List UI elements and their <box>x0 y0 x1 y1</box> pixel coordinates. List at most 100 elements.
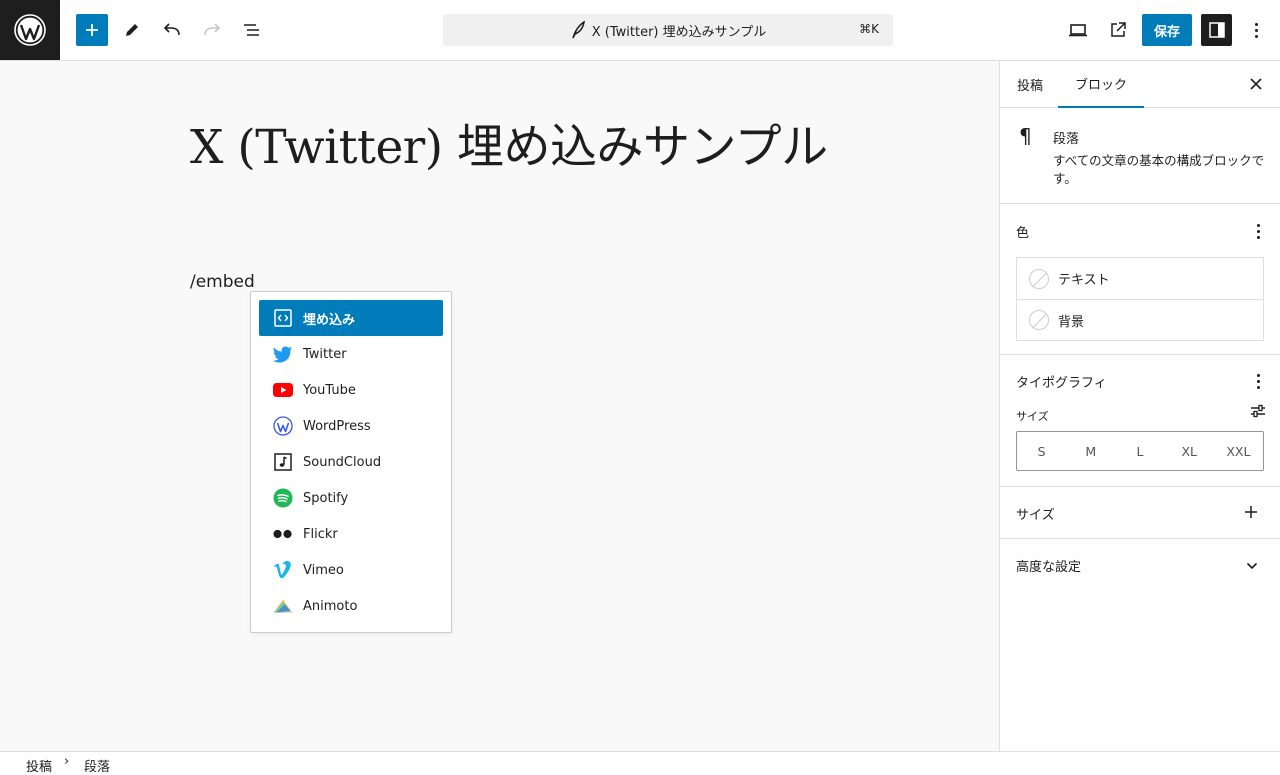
block-description: すべての文章の基本の構成ブロックです。 <box>1053 153 1265 186</box>
desktop-icon <box>1069 24 1087 37</box>
settings-sliders-icon <box>1251 404 1265 418</box>
paragraph-block[interactable]: /embed <box>190 272 255 292</box>
inserter-item-youtube[interactable]: YouTube <box>259 372 443 408</box>
embed-generic-icon <box>273 308 293 328</box>
inserter-item-label: Twitter <box>303 346 347 362</box>
breadcrumb-current[interactable]: 段落 <box>84 756 110 775</box>
undo-button[interactable] <box>156 14 188 46</box>
inserter-item-soundcloud[interactable]: SoundCloud <box>259 444 443 480</box>
preview-button[interactable] <box>1062 14 1094 46</box>
inserter-item-vimeo[interactable]: Vimeo <box>259 552 443 588</box>
inserter-item-twitter[interactable]: Twitter <box>259 336 443 372</box>
keyboard-shortcut: ⌘K <box>859 22 879 36</box>
inserter-item-wordpress[interactable]: WordPress <box>259 408 443 444</box>
font-size-xl[interactable]: XL <box>1165 432 1214 470</box>
sidebar-icon <box>1208 22 1225 38</box>
empty-swatch-icon <box>1029 310 1049 330</box>
dimensions-panel[interactable]: サイズ <box>1000 487 1280 539</box>
color-panel: 色 テキスト 背景 <box>1000 204 1280 355</box>
inserter-item-label: YouTube <box>303 382 356 398</box>
wordpress-icon <box>273 416 293 436</box>
command-palette-bar[interactable]: X (Twitter) 埋め込みサンプル ⌘K <box>443 14 893 46</box>
breadcrumb-root[interactable]: 投稿 <box>26 756 52 775</box>
close-icon <box>1250 78 1262 90</box>
plus-icon <box>86 24 98 36</box>
external-link-icon <box>1111 22 1126 37</box>
dimensions-panel-title: サイズ <box>1016 508 1055 523</box>
advanced-panel[interactable]: 高度な設定 <box>1000 539 1280 591</box>
add-dimension-button[interactable] <box>1244 505 1258 523</box>
text-color-option[interactable]: テキスト <box>1017 258 1263 299</box>
inserter-item-embed[interactable]: 埋め込み <box>259 300 443 336</box>
document-title: X (Twitter) 埋め込みサンプル <box>591 24 767 40</box>
redo-button[interactable] <box>196 14 228 46</box>
color-options-icon[interactable] <box>1256 224 1260 239</box>
spotify-icon <box>273 488 293 508</box>
plus-icon <box>1245 506 1257 518</box>
editor-canvas: X (Twitter) 埋め込みサンプル /embed 埋め込み Twitter… <box>0 61 999 751</box>
slash-inserter-popover: 埋め込み Twitter YouTube WordPress SoundClou… <box>250 291 452 633</box>
wordpress-icon <box>14 14 46 46</box>
breadcrumb: 投稿 › 段落 <box>0 751 1280 775</box>
block-inserter-button[interactable] <box>76 14 108 46</box>
block-name: 段落 <box>1053 132 1080 147</box>
animoto-icon <box>273 596 293 616</box>
close-sidebar-button[interactable] <box>1246 74 1266 94</box>
inserter-item-flickr[interactable]: Flickr <box>259 516 443 552</box>
post-feather-icon <box>572 21 585 39</box>
twitter-icon <box>273 344 293 364</box>
vimeo-icon <box>273 560 293 580</box>
advanced-expand-toggle[interactable] <box>1246 559 1258 574</box>
soundcloud-icon <box>273 452 293 472</box>
inserter-item-label: WordPress <box>303 418 371 434</box>
sidebar-tabs: 投稿 ブロック <box>1000 61 1280 108</box>
inserter-item-label: 埋め込み <box>303 312 356 328</box>
typography-options-icon[interactable] <box>1256 374 1260 389</box>
tools-button[interactable] <box>116 14 148 46</box>
editor-header: X (Twitter) 埋め込みサンプル ⌘K 保存 <box>0 0 1280 61</box>
chevron-down-icon <box>1246 562 1258 570</box>
flickr-icon <box>273 524 293 544</box>
tab-post[interactable]: 投稿 <box>1017 61 1043 108</box>
inserter-item-label: Flickr <box>303 526 338 542</box>
youtube-icon <box>273 380 293 400</box>
font-size-picker: S M L XL XXL <box>1016 431 1264 471</box>
settings-sidebar-toggle[interactable] <box>1201 14 1232 46</box>
list-view-icon <box>244 24 259 36</box>
undo-icon <box>163 23 180 36</box>
text-color-label: テキスト <box>1058 273 1110 288</box>
settings-sidebar: 投稿 ブロック ¶ 段落 すべての文章の基本の構成ブロックです。 色 テキスト … <box>999 61 1280 751</box>
options-menu-button[interactable] <box>1240 14 1272 46</box>
empty-swatch-icon <box>1029 268 1049 289</box>
save-button[interactable]: 保存 <box>1142 14 1192 46</box>
document-overview-button[interactable] <box>236 14 268 46</box>
background-color-label: 背景 <box>1058 314 1085 330</box>
font-size-xxl[interactable]: XXL <box>1214 432 1263 470</box>
font-size-label: サイズ <box>1016 410 1049 423</box>
font-size-s[interactable]: S <box>1017 432 1066 470</box>
redo-icon <box>204 23 221 36</box>
font-size-m[interactable]: M <box>1066 432 1115 470</box>
inserter-item-animoto[interactable]: Animoto <box>259 588 443 624</box>
typography-panel-title: タイポグラフィ <box>1016 376 1107 391</box>
advanced-panel-title: 高度な設定 <box>1016 560 1082 575</box>
inserter-item-spotify[interactable]: Spotify <box>259 480 443 516</box>
inserter-item-label: Vimeo <box>303 562 344 578</box>
color-list: テキスト 背景 <box>1016 257 1264 341</box>
paragraph-icon: ¶ <box>1019 124 1032 148</box>
color-panel-title: 色 <box>1016 226 1030 241</box>
inserter-item-label: SoundCloud <box>303 454 382 470</box>
typography-panel: タイポグラフィ サイズ S M L XL XXL <box>1000 355 1280 487</box>
inserter-item-label: Spotify <box>303 490 349 506</box>
tab-block[interactable]: ブロック <box>1058 61 1145 108</box>
wordpress-logo-button[interactable] <box>0 0 60 60</box>
block-card: ¶ 段落 すべての文章の基本の構成ブロックです。 <box>1000 108 1280 204</box>
background-color-option[interactable]: 背景 <box>1017 299 1263 340</box>
font-size-l[interactable]: L <box>1115 432 1164 470</box>
custom-size-toggle[interactable] <box>1250 404 1266 422</box>
pencil-icon <box>126 24 138 36</box>
post-title[interactable]: X (Twitter) 埋め込みサンプル <box>190 119 830 177</box>
view-post-button[interactable] <box>1102 14 1134 46</box>
vertical-ellipsis-icon <box>1254 22 1258 38</box>
breadcrumb-separator-icon: › <box>64 754 70 769</box>
